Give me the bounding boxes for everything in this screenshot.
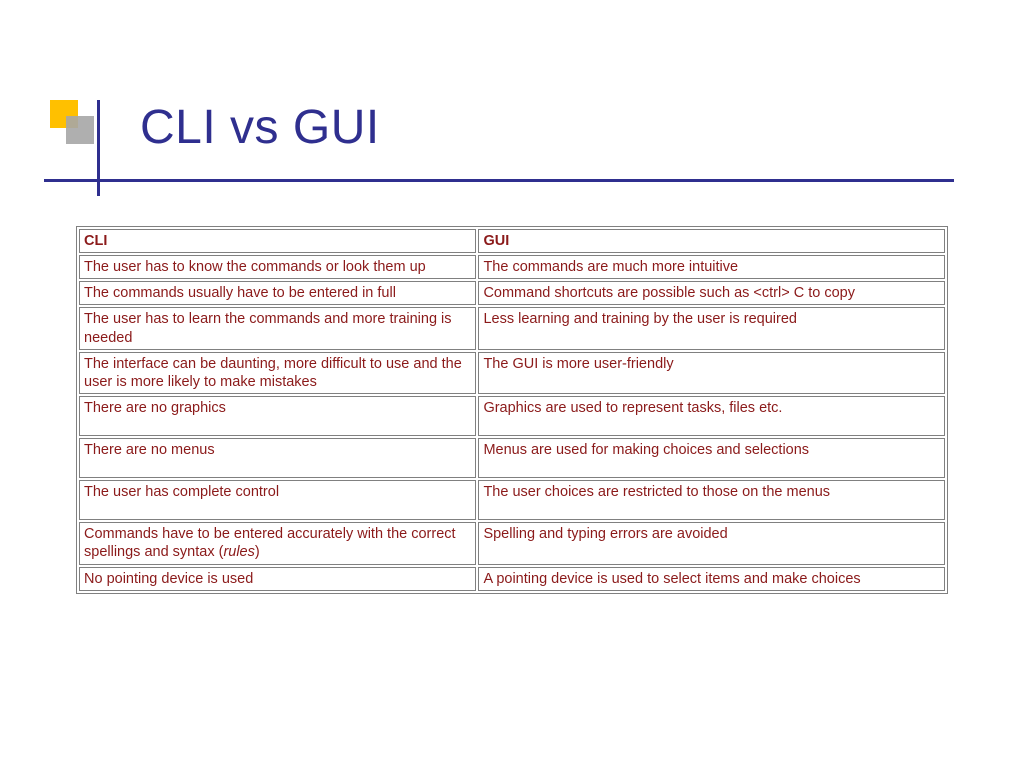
table-row: The user has to learn the commands and m… [79,307,945,349]
table-row: Commands have to be entered accurately w… [79,522,945,564]
table-row: The interface can be daunting, more diff… [79,352,945,394]
slide: CLI vs GUI CLI GUI The user has to know … [0,0,1024,768]
cell-gui: Command shortcuts are possible such as <… [478,281,945,305]
table-row: The user has complete control The user c… [79,480,945,520]
title-rule-horizontal [44,179,954,182]
table-row: No pointing device is used A pointing de… [79,567,945,591]
cell-gui: The user choices are restricted to those… [478,480,945,520]
cell-cli: There are no menus [79,438,476,478]
cell-em: rules [223,544,254,560]
cell-gui: Menus are used for making choices and se… [478,438,945,478]
cell-cli: No pointing device is used [79,567,476,591]
comparison-table-wrap: CLI GUI The user has to know the command… [76,226,948,594]
cell-cli: Commands have to be entered accurately w… [79,522,476,564]
table-header-row: CLI GUI [79,229,945,253]
header-gui: GUI [478,229,945,253]
cell-text: Commands have to be entered accurately w… [84,526,456,560]
table-row: There are no menus Menus are used for ma… [79,438,945,478]
cell-gui: The commands are much more intuitive [478,255,945,279]
slide-title: CLI vs GUI [140,100,380,155]
cell-cli: The user has complete control [79,480,476,520]
cell-cli: The user has to know the commands or loo… [79,255,476,279]
deco-square-gray [66,116,94,144]
comparison-table: CLI GUI The user has to know the command… [76,226,948,594]
cell-cli: The commands usually have to be entered … [79,281,476,305]
cell-gui: Less learning and training by the user i… [478,307,945,349]
cell-cli: There are no graphics [79,396,476,436]
cell-gui: A pointing device is used to select item… [478,567,945,591]
table-row: The commands usually have to be entered … [79,281,945,305]
header-cli: CLI [79,229,476,253]
cell-gui: Spelling and typing errors are avoided [478,522,945,564]
cell-cli: The user has to learn the commands and m… [79,307,476,349]
cell-text: ) [255,544,260,560]
cell-gui: The GUI is more user-friendly [478,352,945,394]
cell-gui: Graphics are used to represent tasks, fi… [478,396,945,436]
cell-cli: The interface can be daunting, more diff… [79,352,476,394]
table-row: The user has to know the commands or loo… [79,255,945,279]
table-row: There are no graphics Graphics are used … [79,396,945,436]
title-decoration [44,100,104,180]
